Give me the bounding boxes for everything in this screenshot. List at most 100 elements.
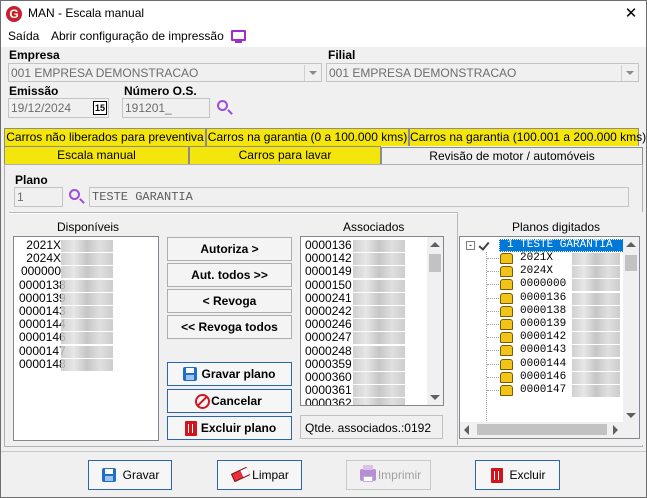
- tree-item[interactable]: 0000138: [460, 305, 624, 318]
- scroll-right-icon[interactable]: [613, 425, 618, 435]
- close-icon[interactable]: ✕: [620, 4, 642, 24]
- search-icon[interactable]: [68, 188, 86, 206]
- scroll-thumb[interactable]: [429, 254, 441, 272]
- tab-garantia-0-100[interactable]: Carros na garantia (0 a 100.000 kms): [206, 128, 409, 146]
- tree-item[interactable]: 0000147: [460, 384, 624, 397]
- tree-item[interactable]: 0000136: [460, 292, 624, 305]
- tree-item[interactable]: 0000146: [460, 371, 624, 384]
- menu-saida[interactable]: Saída: [8, 29, 39, 43]
- redacted-text: [61, 319, 113, 332]
- excluir-plano-button[interactable]: Excluir plano: [167, 416, 292, 440]
- list-item[interactable]: 0000148: [19, 356, 158, 371]
- tree-branch: [487, 363, 499, 365]
- bus-icon: [500, 253, 513, 264]
- redacted-text: [353, 398, 405, 405]
- plano-description: TESTE GARANTIA: [92, 190, 193, 204]
- scroll-up-icon[interactable]: [430, 242, 440, 247]
- excluir-button[interactable]: Excluir: [475, 460, 560, 490]
- tree-root-label: 1 TESTE GARANTIA: [507, 239, 613, 251]
- chevron-down-icon[interactable]: [621, 65, 637, 81]
- calendar-icon[interactable]: 15: [93, 101, 107, 115]
- redacted-text: [572, 292, 620, 305]
- list-item[interactable]: 0000139: [19, 290, 158, 305]
- cancelar-label: Cancelar: [211, 394, 262, 408]
- empresa-combo[interactable]: 001 EMPRESA DEMONSTRACAO: [8, 63, 322, 82]
- emissao-field[interactable]: 19/12/2024 15: [8, 98, 109, 118]
- empresa-value: 001 EMPRESA DEMONSTRACAO: [11, 66, 199, 80]
- tab-escala-manual[interactable]: Escala manual: [4, 146, 189, 164]
- redacted-text: [353, 240, 405, 252]
- tree-item[interactable]: 0000000: [460, 278, 624, 292]
- save-icon: [102, 468, 116, 482]
- filial-value: 001 EMPRESA DEMONSTRACAO: [329, 66, 517, 80]
- limpar-button[interactable]: Limpar: [217, 460, 302, 490]
- tab-garantia-100-200[interactable]: Carros na garantia (100.001 a 200.000 km…: [409, 128, 646, 146]
- plano-number-field[interactable]: 1: [14, 187, 63, 207]
- disponiveis-list[interactable]: 2021X 2024X 000000 0000138 0000139 0000143 000…: [13, 236, 159, 441]
- trash-icon: [491, 468, 503, 483]
- empresa-label: Empresa: [9, 48, 60, 62]
- list-item[interactable]: 000000: [19, 265, 158, 279]
- tree-item[interactable]: 2021X: [460, 252, 624, 265]
- tree-item[interactable]: 0000139: [460, 318, 624, 331]
- scroll-up-icon[interactable]: [626, 242, 636, 247]
- title-bar: G MAN - Escala manual ✕: [1, 1, 646, 27]
- aut-todos-button[interactable]: Aut. todos >>: [167, 263, 292, 287]
- numero-os-field[interactable]: 191201_: [122, 98, 210, 118]
- list-item-label: 0000136: [305, 238, 352, 252]
- tree-branch: [487, 297, 499, 299]
- planos-tree[interactable]: - 1 TESTE GARANTIA 2021X 2024X 0000000 0000…: [459, 236, 640, 439]
- redacted-text: [572, 266, 620, 279]
- gravar-plano-button[interactable]: Gravar plano: [167, 362, 292, 386]
- associados-title: Associados: [343, 220, 405, 234]
- list-item[interactable]: 0000147: [19, 343, 158, 358]
- redacted-text: [61, 266, 113, 279]
- bus-icon: [500, 345, 513, 357]
- tree-hscrollbar[interactable]: [460, 422, 639, 438]
- cancelar-button[interactable]: Cancelar: [167, 389, 292, 413]
- redacted-text: [353, 253, 405, 266]
- tree-vscrollbar[interactable]: [623, 237, 639, 423]
- monitor-icon[interactable]: [231, 30, 246, 41]
- list-item[interactable]: 0000146: [19, 331, 158, 345]
- redacted-text: [572, 384, 620, 397]
- imprimir-button[interactable]: Imprimir: [346, 460, 431, 490]
- filial-combo[interactable]: 001 EMPRESA DEMONSTRACAO: [326, 63, 639, 82]
- bus-icon: [500, 358, 513, 370]
- gravar-button[interactable]: Gravar: [88, 460, 172, 490]
- chevron-down-icon[interactable]: [304, 65, 320, 81]
- tab-carros-nao-liberados[interactable]: Carros não liberados para preventiva: [4, 128, 206, 146]
- tree-collapse-icon[interactable]: -: [466, 241, 475, 250]
- tree-item[interactable]: 0000142: [460, 331, 624, 345]
- list-item[interactable]: 0000362: [305, 397, 443, 405]
- menu-print-config[interactable]: Abrir configuração de impressão: [51, 29, 224, 43]
- associados-scrollbar[interactable]: [427, 237, 443, 405]
- redacted-text: [61, 253, 113, 266]
- tab-revisao-motor[interactable]: Revisão de motor / automóveis: [381, 147, 643, 165]
- list-item-label: 0000150: [305, 277, 352, 292]
- list-item[interactable]: 0000138: [19, 278, 158, 292]
- tree-item[interactable]: 0000143: [460, 344, 624, 358]
- revoga-button[interactable]: < Revoga: [167, 289, 292, 313]
- autoriza-button[interactable]: Autoriza >: [167, 237, 292, 261]
- tree-item-label: 0000138: [520, 304, 567, 317]
- tree-item[interactable]: 2024X: [460, 265, 624, 279]
- list-item-label: 0000147: [19, 343, 66, 358]
- search-icon[interactable]: [216, 99, 234, 117]
- list-item-label: 0000246: [305, 317, 352, 332]
- list-item-label: 0000139: [19, 290, 66, 305]
- scroll-down-icon[interactable]: [626, 413, 636, 418]
- tree-root[interactable]: 1 TESTE GARANTIA: [499, 239, 624, 252]
- redacted-text: [572, 253, 620, 265]
- list-item-label: 0000148: [19, 356, 66, 371]
- scroll-left-icon[interactable]: [464, 425, 469, 435]
- revoga-todos-button[interactable]: << Revoga todos: [167, 315, 292, 339]
- tree-item[interactable]: 0000144: [460, 358, 624, 371]
- scroll-thumb[interactable]: [477, 424, 607, 435]
- associados-count-label: Qtde. associados.:: [305, 421, 405, 435]
- scroll-thumb[interactable]: [625, 255, 637, 271]
- redacted-text: [61, 292, 113, 305]
- tab-carros-para-lavar[interactable]: Carros para lavar: [189, 146, 381, 164]
- scroll-down-icon[interactable]: [430, 395, 440, 400]
- associados-list[interactable]: 0000136 0000142 0000149 0000150 0000241 00002…: [300, 236, 444, 406]
